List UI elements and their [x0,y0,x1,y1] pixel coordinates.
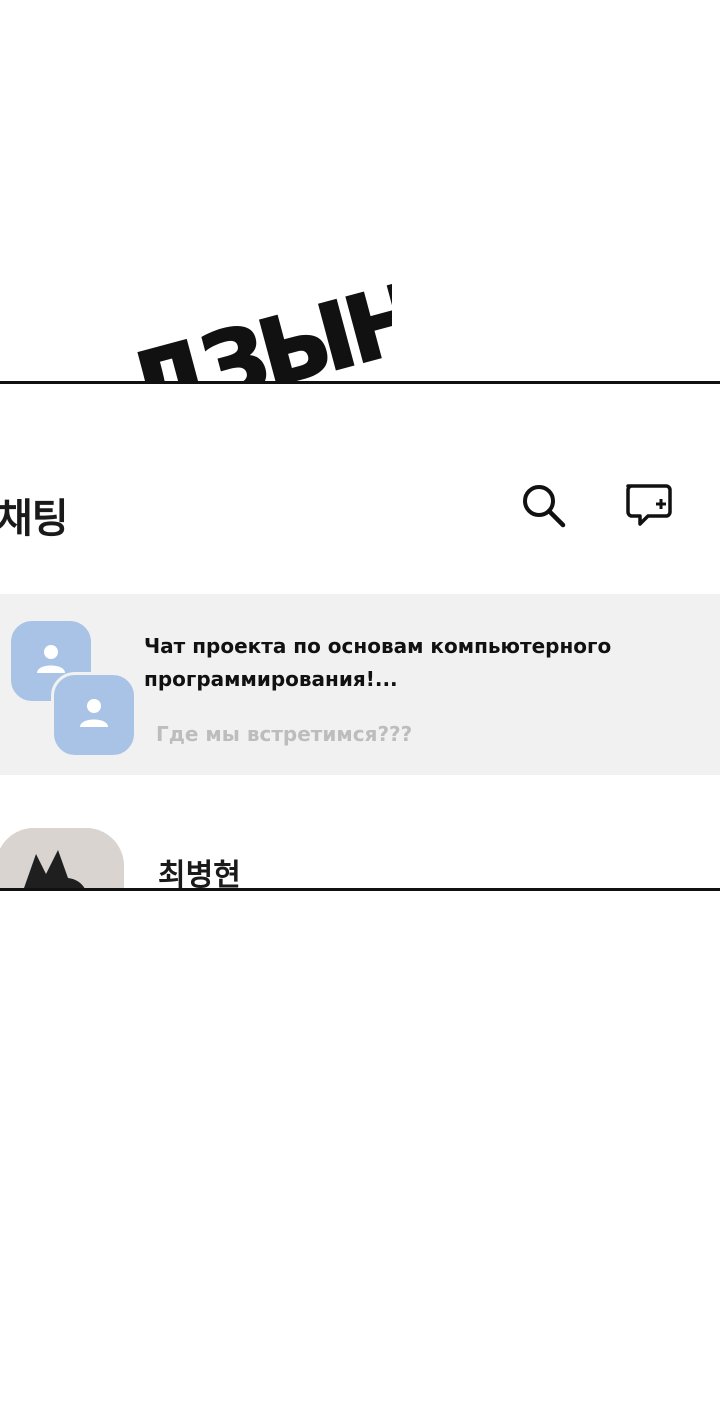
cartoon-avatar-icon [0,828,124,888]
new-chat-button[interactable] [618,476,678,536]
person-icon [80,699,108,727]
search-button[interactable] [513,476,573,536]
chat-last-message: Где мы встретимся??? [156,722,413,746]
search-icon [523,485,566,528]
chat-app-panel: 채팅 Чат проекта по основам компьютерного … [0,381,720,891]
group-avatar-front [51,672,137,758]
contact-name: 최병현 [158,858,241,891]
page-title: 채팅 [0,496,69,542]
new-chat-icon [626,484,672,526]
contact-list-item[interactable]: 최병현 [0,824,720,891]
chat-title: Чат проекта по основам компьютерного про… [144,634,612,691]
chat-list-item[interactable]: Чат проекта по основам компьютерного про… [0,594,720,775]
contact-avatar [0,828,124,888]
